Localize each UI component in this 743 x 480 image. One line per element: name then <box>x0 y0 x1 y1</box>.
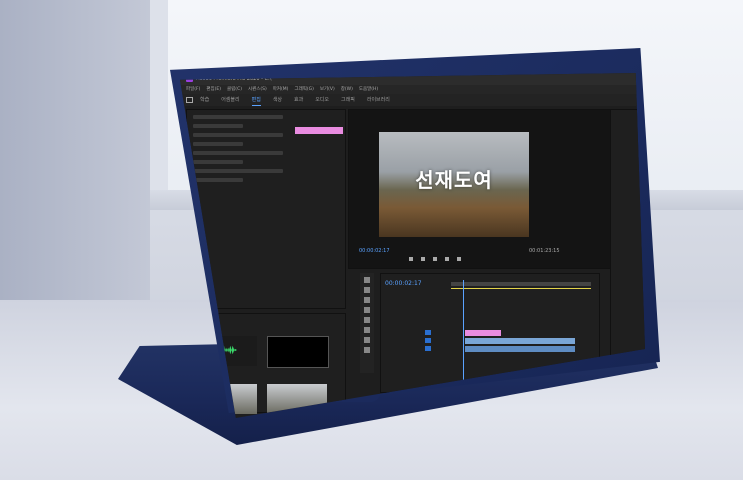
ec-row <box>193 133 283 137</box>
workspace-tab-assembly[interactable]: 어셈블리 <box>221 94 239 106</box>
insert-icon[interactable] <box>445 257 449 261</box>
ec-row <box>193 115 283 119</box>
menu-clip[interactable]: 클립(C) <box>227 85 242 94</box>
slip-tool-icon[interactable] <box>364 317 370 323</box>
monitor-timecode[interactable]: 00:00:02:17 <box>359 248 390 254</box>
work-area-bar[interactable] <box>451 288 591 289</box>
ec-row <box>193 169 283 173</box>
menu-view[interactable]: 보기(V) <box>320 85 335 94</box>
timeline-timecode[interactable]: 00:00:02:17 <box>385 280 422 287</box>
pen-tool-icon[interactable] <box>364 327 370 333</box>
workspace-tab-color[interactable]: 색상 <box>273 94 282 106</box>
workspace-tab-graphics[interactable]: 그래픽 <box>341 94 355 106</box>
video-clip[interactable] <box>465 338 575 344</box>
step-forward-icon[interactable] <box>433 257 437 261</box>
ripple-edit-tool-icon[interactable] <box>364 297 370 303</box>
workspace-bar: 학습 어셈블리 편집 색상 효과 오디오 그래픽 라이브러리 <box>180 94 645 106</box>
black-video-thumbnail[interactable] <box>267 336 329 368</box>
menu-graphics[interactable]: 그래픽(G) <box>294 85 313 94</box>
workspace-tab-effects[interactable]: 효과 <box>294 94 303 106</box>
selection-tool-icon[interactable] <box>364 277 370 283</box>
ec-row <box>193 124 243 128</box>
program-monitor: 선재도여 00:00:02:17 00:01:23:15 <box>348 109 628 269</box>
home-icon[interactable] <box>186 97 193 103</box>
type-tool-icon[interactable] <box>364 347 370 353</box>
timeline-ruler[interactable] <box>451 282 591 286</box>
video-caption: 선재도여 <box>415 168 493 192</box>
workspace-tab-audio[interactable]: 오디오 <box>315 94 329 106</box>
menu-sequence[interactable]: 시퀀스(S) <box>248 85 267 94</box>
monitor-duration: 00:01:23:15 <box>529 248 560 254</box>
transport-controls <box>409 257 529 263</box>
hand-tool-icon[interactable] <box>364 337 370 343</box>
ec-row <box>193 142 243 146</box>
menu-edit[interactable]: 편집(E) <box>206 85 221 94</box>
track-select-tool-icon[interactable] <box>364 287 370 293</box>
video-preview: 선재도여 <box>379 132 529 237</box>
audio-clip[interactable] <box>465 346 575 352</box>
menu-file[interactable]: 파일(F) <box>186 85 200 94</box>
workspace-tab-learn[interactable]: 학습 <box>200 94 209 106</box>
graphic-clip[interactable] <box>465 330 501 336</box>
ec-row <box>193 178 243 182</box>
menu-window[interactable]: 창(W) <box>341 85 353 94</box>
track-target-v2[interactable] <box>425 330 431 335</box>
workspace-tab-edit[interactable]: 편집 <box>251 94 261 106</box>
play-icon[interactable] <box>421 257 425 261</box>
tools-panel <box>360 273 374 373</box>
graphic-clip[interactable] <box>295 127 343 134</box>
export-frame-icon[interactable] <box>457 257 461 261</box>
menu-help[interactable]: 도움말(H) <box>359 85 378 94</box>
window-frame <box>150 0 168 200</box>
razor-tool-icon[interactable] <box>364 307 370 313</box>
track-target-v1[interactable] <box>425 338 431 343</box>
playhead[interactable] <box>463 280 464 390</box>
workspace-tab-libraries[interactable]: 라이브러리 <box>367 94 390 106</box>
menu-marker[interactable]: 마커(M) <box>273 85 289 94</box>
track-target-a1[interactable] <box>425 346 431 351</box>
menu-bar: 파일(F) 편집(E) 클립(C) 시퀀스(S) 마커(M) 그래픽(G) 보기… <box>180 85 645 94</box>
ec-row <box>193 151 283 155</box>
step-back-icon[interactable] <box>409 257 413 261</box>
ec-row <box>193 160 243 164</box>
